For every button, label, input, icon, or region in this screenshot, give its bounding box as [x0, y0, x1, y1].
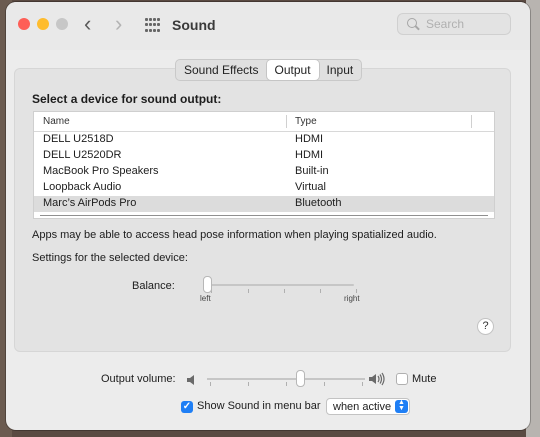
device-type: HDMI	[295, 149, 324, 161]
table-header: Name Type	[34, 112, 494, 132]
mute-label: Mute	[412, 373, 437, 385]
search-field[interactable]: Search	[397, 13, 511, 35]
table-row-selected[interactable]: Marc’s AirPods Pro Bluetooth	[34, 196, 494, 212]
mute-checkbox[interactable]	[396, 373, 408, 385]
device-name: MacBook Pro Speakers	[43, 165, 159, 177]
search-placeholder: Search	[426, 17, 465, 31]
volume-tick	[210, 382, 211, 386]
titlebar: ‹ › Sound Search	[6, 2, 530, 50]
output-volume-label: Output volume:	[101, 373, 176, 385]
column-header-name[interactable]: Name	[43, 116, 70, 127]
volume-slider-knob[interactable]	[296, 370, 305, 387]
column-divider	[471, 115, 472, 128]
minimize-button[interactable]	[37, 18, 49, 30]
balance-left-label: left	[200, 294, 211, 303]
balance-tick	[248, 289, 249, 293]
volume-tick	[248, 382, 249, 386]
volume-slider-track[interactable]	[207, 378, 365, 380]
balance-slider-track[interactable]	[208, 284, 354, 286]
volume-tick	[324, 382, 325, 386]
close-button[interactable]	[18, 18, 30, 30]
balance-slider-knob[interactable]	[203, 276, 212, 293]
column-divider	[286, 115, 287, 128]
table-row[interactable]: Loopback Audio Virtual	[34, 180, 494, 196]
table-row[interactable]: DELL U2518D HDMI	[34, 132, 494, 148]
table-row[interactable]: DELL U2520DR HDMI	[34, 148, 494, 164]
search-icon	[407, 18, 417, 28]
volume-tick	[286, 382, 287, 386]
tab-bar: Sound Effects Output Input	[175, 59, 363, 81]
device-name: Loopback Audio	[43, 181, 122, 193]
balance-label: Balance:	[132, 280, 175, 292]
zoom-button[interactable]	[56, 18, 68, 30]
back-chevron-icon[interactable]: ‹	[84, 13, 91, 35]
device-type: Virtual	[295, 181, 326, 193]
settings-label: Settings for the selected device:	[32, 252, 188, 264]
speaker-quiet-icon	[187, 375, 194, 385]
device-type: Built-in	[295, 165, 329, 177]
updown-chevron-icon: ▲ ▼	[395, 399, 408, 413]
balance-tick	[356, 289, 357, 293]
menubar-visibility-popup[interactable]: when active ▲ ▼	[326, 398, 410, 415]
popup-selected-value: when active	[333, 401, 392, 413]
head-pose-info-text: Apps may be able to access head pose inf…	[32, 229, 437, 241]
device-table: Name Type DELL U2518D HDMI DELL U2520DR …	[33, 111, 495, 219]
volume-tick	[362, 382, 363, 386]
device-name: DELL U2520DR	[43, 149, 122, 161]
balance-tick	[284, 289, 285, 293]
device-name: Marc’s AirPods Pro	[43, 197, 137, 209]
help-button[interactable]: ?	[477, 318, 494, 335]
device-type: HDMI	[295, 133, 324, 145]
show-in-menubar-checkbox[interactable]: ✓	[181, 401, 193, 413]
tab-input[interactable]: Input	[319, 60, 362, 80]
tab-sound-effects[interactable]: Sound Effects	[176, 60, 267, 80]
window-title: Sound	[172, 17, 216, 33]
table-row[interactable]: MacBook Pro Speakers Built-in	[34, 164, 494, 180]
speaker-loud-icon	[369, 372, 385, 386]
balance-right-label: right	[344, 294, 360, 303]
device-name: DELL U2518D	[43, 133, 114, 145]
column-header-type[interactable]: Type	[295, 116, 317, 127]
table-scroll-edge	[40, 215, 488, 216]
balance-tick	[320, 289, 321, 293]
show-in-menubar-label: Show Sound in menu bar	[197, 400, 321, 412]
tab-output[interactable]: Output	[266, 60, 319, 80]
forward-chevron-icon[interactable]: ›	[115, 13, 122, 35]
device-list-heading: Select a device for sound output:	[32, 92, 222, 106]
show-all-grid-icon[interactable]	[145, 18, 160, 33]
device-type: Bluetooth	[295, 197, 342, 209]
